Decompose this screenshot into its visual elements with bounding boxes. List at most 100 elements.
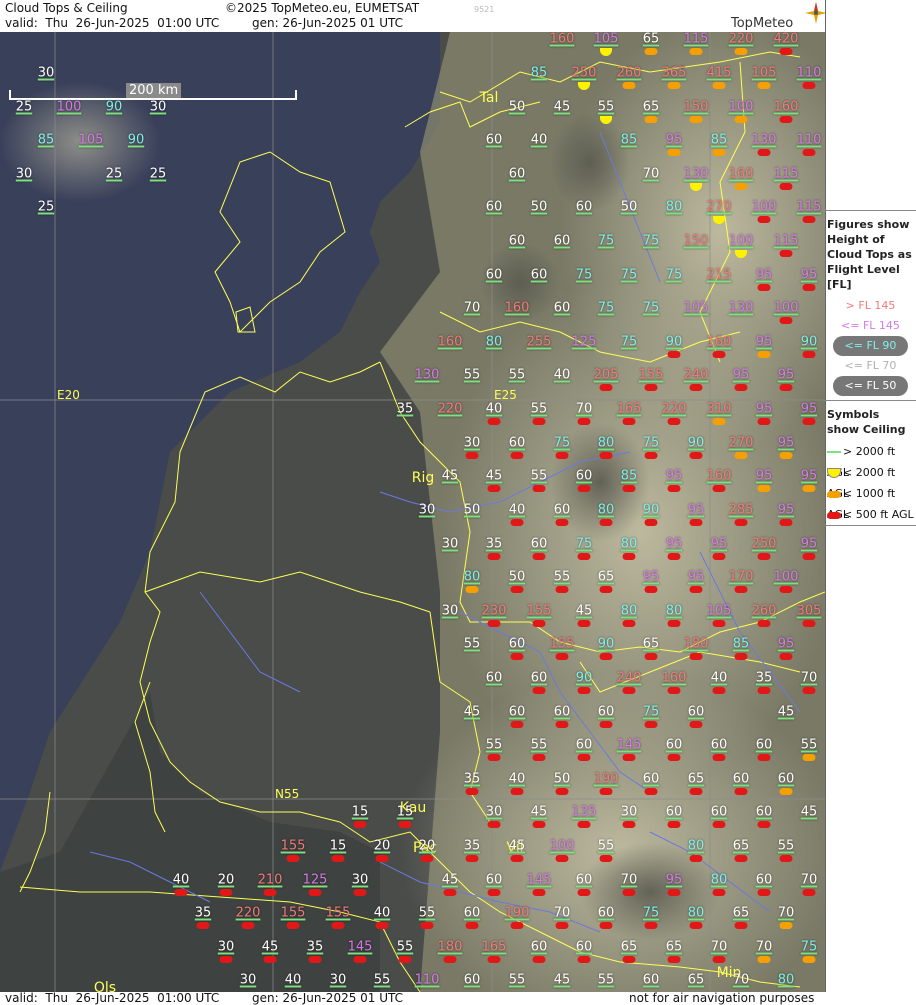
- cloud-top-value: 15: [351, 804, 369, 820]
- cloud-top-value: 80: [687, 905, 705, 921]
- cloud-top-value: 55: [553, 569, 571, 585]
- ceiling-symbol: [577, 418, 591, 425]
- ceiling-symbol: [331, 922, 345, 929]
- cloud-top-value: 25: [149, 166, 167, 182]
- cloud-top-value: 30: [441, 603, 459, 619]
- ceiling-symbol: [487, 485, 501, 492]
- cloud-top-value: 70: [800, 872, 818, 888]
- cloud-top-value: 85: [530, 65, 548, 81]
- cloud-top-value: 125: [571, 334, 597, 350]
- ceiling-symbol: [689, 116, 703, 123]
- cloud-top-value: 70: [710, 939, 728, 955]
- cloud-top-value: 90: [575, 670, 593, 686]
- cloud-top-value: 30: [463, 435, 481, 451]
- ceiling-symbol: [577, 956, 591, 963]
- legend-fl-list: > FL 145 <= FL 145 <= FL 90 <= FL 70 <= FL 5…: [825, 296, 916, 396]
- cloud-top-value: 60: [597, 704, 615, 720]
- ceiling-symbol: [802, 889, 816, 896]
- cloud-top-value: 75: [620, 267, 638, 283]
- ceiling-symbol: [779, 788, 793, 795]
- cloud-top-value: 105: [683, 300, 709, 316]
- ceiling-symbol: [577, 754, 591, 761]
- scale-label: 200 km: [126, 83, 182, 98]
- cloud-top-value: 55: [485, 737, 503, 753]
- ceiling-symbol: [622, 485, 636, 492]
- ceiling-symbol: [487, 956, 501, 963]
- cloud-top-value: 60: [485, 132, 503, 148]
- ceiling-symbol: [487, 889, 501, 896]
- ceiling-symbol: [689, 586, 703, 593]
- ceiling-symbol: [555, 586, 569, 593]
- ceiling-symbol: [510, 788, 524, 795]
- ceiling-symbol: [734, 384, 748, 391]
- legend-fl-item: <= FL 70: [844, 359, 897, 372]
- ceiling-symbol: [689, 519, 703, 526]
- ceiling-symbol: [689, 384, 703, 391]
- ceiling-symbol: [622, 418, 636, 425]
- ceiling-symbol: [779, 653, 793, 660]
- cloud-top-value: 60: [530, 536, 548, 552]
- ceiling-symbol: [375, 922, 389, 929]
- cloud-top-value: 75: [597, 233, 615, 249]
- cloud-top-value: 75: [642, 435, 660, 451]
- cloud-top-value: 25: [37, 199, 55, 215]
- cloud-top-value: 45: [777, 704, 795, 720]
- cloud-top-value: 205: [593, 367, 619, 383]
- ceiling-symbol: [779, 48, 793, 55]
- cloud-top-value: 75: [575, 536, 593, 552]
- cloud-top-value: 75: [665, 267, 683, 283]
- cloud-top-value: 60: [575, 939, 593, 955]
- ceiling-symbol: [263, 956, 277, 963]
- cloud-top-value: 50: [553, 771, 571, 787]
- ceiling-symbol: [757, 485, 771, 492]
- cloud-top-value: 110: [796, 132, 822, 148]
- ceiling-symbol: [465, 922, 479, 929]
- cloud-top-value: 165: [616, 401, 642, 417]
- ceiling-symbol: [734, 788, 748, 795]
- cloud-top-value: 130: [683, 166, 709, 182]
- cloud-top-value: 45: [508, 838, 526, 854]
- cloud-top-value: 60: [575, 199, 593, 215]
- ceiling-symbol: [712, 620, 726, 627]
- cloud-top-value: 60: [575, 737, 593, 753]
- cloud-top-value: 60: [642, 972, 660, 988]
- ceiling-symbol: [802, 956, 816, 963]
- cloud-top-value: 95: [800, 536, 818, 552]
- ceiling-symbol: [353, 821, 367, 828]
- ceiling-symbol: [712, 553, 726, 560]
- cloud-top-value: 75: [597, 300, 615, 316]
- ceiling-symbol: [263, 889, 277, 896]
- cloud-top-value: 145: [526, 872, 552, 888]
- cloud-top-value: 60: [755, 804, 773, 820]
- ceiling-symbol: [757, 553, 771, 560]
- ceiling-symbol: [465, 586, 479, 593]
- cloud-top-value: 70: [732, 972, 750, 988]
- ceiling-symbol: [802, 284, 816, 291]
- ceiling-symbol: [779, 452, 793, 459]
- ceiling-symbol: [622, 956, 636, 963]
- cloud-top-value: 160: [706, 468, 732, 484]
- ceiling-symbol: [443, 889, 457, 896]
- legend-symbol-item: < 2000 ft AGL: [825, 462, 916, 500]
- cloud-top-value: 45: [441, 872, 459, 888]
- cloud-top-value: 150: [683, 99, 709, 115]
- ceiling-symbol: [577, 485, 591, 492]
- cloud-top-value: 65: [642, 636, 660, 652]
- cloud-top-value: 85: [37, 132, 55, 148]
- cloud-top-value: 80: [620, 536, 638, 552]
- cloud-top-value: 35: [194, 905, 212, 921]
- ceiling-symbol: [802, 687, 816, 694]
- cloud-top-value: 30: [351, 872, 369, 888]
- legend-fl-item: <= FL 90: [833, 336, 908, 356]
- map-area[interactable]: 200 km E20 E25 N55 Tal Rig Kau Pac Vil O…: [0, 32, 825, 992]
- ceiling-symbol: [644, 721, 658, 728]
- copyright: ©2025 TopMeteo.eu, EUMETSAT: [225, 1, 420, 15]
- ceiling-symbol: [802, 82, 816, 89]
- ceiling-symbol: [757, 687, 771, 694]
- ceiling-symbol: [734, 116, 748, 123]
- cloud-top-value: 180: [683, 636, 709, 652]
- ceiling-symbol: [555, 721, 569, 728]
- gridline-label: N55: [275, 787, 300, 801]
- cloud-top-value: 55: [597, 99, 615, 115]
- ceiling-symbol: [667, 754, 681, 761]
